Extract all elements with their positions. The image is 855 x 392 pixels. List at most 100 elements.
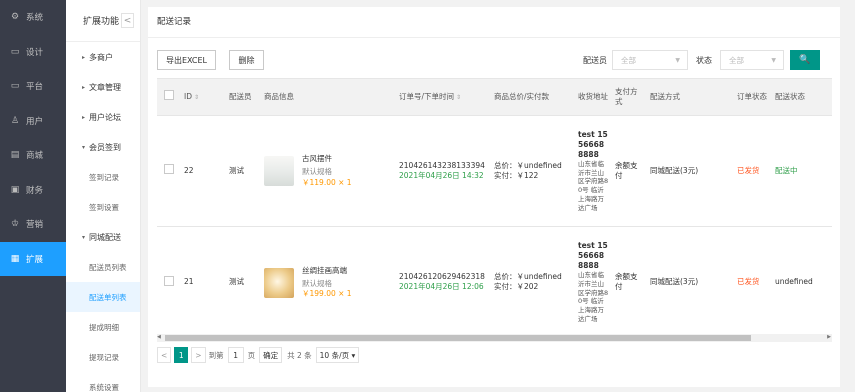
sort-icon[interactable]: ⇕ (456, 94, 461, 101)
nav-item-design[interactable]: ▭ 设计 (0, 35, 66, 70)
col-delivery: 配送方式 (647, 78, 734, 116)
gear-icon: ⚙ (10, 12, 20, 23)
grid-icon: ▦ (10, 253, 20, 264)
toolbar: 导出EXCEL 删除 配送员 全部 ▼ 状态 全部 ▼ 🔍 (148, 38, 840, 78)
delete-button[interactable]: 删除 (229, 50, 264, 70)
subnav-item-signin-records[interactable]: 签到记录 (66, 162, 140, 192)
search-button[interactable]: 🔍 (790, 50, 820, 70)
subnav-group-merchant[interactable]: ▸ 多商户 (66, 42, 140, 72)
scroll-left-icon[interactable]: ◀ (157, 334, 161, 340)
nav-item-platform[interactable]: ▭ 平台 (0, 69, 66, 104)
subnav-item-delivery-orders[interactable]: 配送单列表 (66, 282, 140, 312)
order-time: 2021年04月26日 14:32 (399, 171, 484, 180)
col-delivery-status: 配送状态 (772, 78, 832, 116)
nav-item-user[interactable]: ♙ 用户 (0, 104, 66, 139)
nav-label: 设计 (26, 47, 44, 58)
nav-label: 财务 (26, 185, 44, 196)
col-id[interactable]: ID ⇕ (181, 78, 226, 116)
goto-confirm-button[interactable]: 确定 (259, 347, 283, 363)
finance-icon: ▣ (10, 184, 20, 195)
triangle-right-icon: ▸ (82, 113, 86, 121)
receiver-address: 山东省临沂市兰山区学府路80号 临沂上海路万达广场 (578, 159, 609, 212)
nav-label: 商城 (26, 151, 44, 162)
col-order[interactable]: 订单号/下单时间 ⇕ (396, 78, 491, 116)
receiver-name-phone: test 15566688888 (578, 129, 608, 159)
current-page[interactable]: 1 (174, 347, 189, 363)
product-thumbnail (264, 267, 294, 298)
col-pay: 支付方式 (612, 78, 647, 116)
subnav-group-delivery[interactable]: ▾ 同城配送 (66, 222, 140, 252)
cell-courier: 测试 (226, 115, 261, 227)
pagination: < 1 > 到第 1 页 确定 共 2 条 10 条/页 ▾ (157, 346, 360, 364)
subnav-group-signin[interactable]: ▾ 会员签到 (66, 132, 140, 162)
chevron-down-icon: ▼ (675, 57, 680, 64)
nav-item-system[interactable]: ⚙ 系统 (0, 0, 66, 35)
next-page-button[interactable]: > (191, 347, 206, 363)
select-all-checkbox[interactable] (164, 90, 174, 101)
status-filter-label: 状态 (696, 56, 712, 65)
total-price: 总价：￥undefined (494, 160, 562, 170)
triangle-down-icon: ▾ (82, 233, 86, 241)
nav-item-extension[interactable]: ▦ 扩展 (0, 241, 66, 276)
col-total: 商品总价/实付款 (491, 78, 575, 116)
order-time: 2021年04月26日 12:06 (399, 282, 484, 292)
cell-order-status: 已发货 (734, 226, 772, 338)
cell-order-status: 已发货 (734, 115, 772, 227)
monitor-icon: ▭ (10, 46, 20, 57)
col-order-status: 订单状态 (734, 78, 772, 116)
nav-item-shop[interactable]: ▤ 商城 (0, 138, 66, 173)
row-checkbox[interactable] (164, 275, 174, 286)
search-icon: 🔍 (799, 55, 811, 65)
product-thumbnail (264, 156, 294, 187)
prev-page-button[interactable]: < (157, 347, 172, 363)
page-size-select[interactable]: 10 条/页 ▾ (315, 347, 360, 363)
scrollbar-thumb[interactable] (165, 335, 751, 341)
cell-goods: 丝绸挂画高端 默认规格 ￥199.00 × 1 (261, 226, 396, 338)
triangle-right-icon: ▸ (82, 53, 86, 61)
subnav-group-forum[interactable]: ▸ 用户论坛 (66, 102, 140, 132)
user-icon: ♙ (10, 115, 20, 126)
subnav-item-couriers[interactable]: 配送员列表 (66, 252, 140, 282)
cell-id: 22 (181, 115, 226, 227)
goto-page-input[interactable]: 1 (227, 347, 244, 363)
subnav-group-article[interactable]: ▸ 文章管理 (66, 72, 140, 102)
subnav-item-settings[interactable]: 系统设置 (66, 372, 140, 392)
subnav-item-commission[interactable]: 提成明细 (66, 312, 140, 342)
cell-delivery: 同城配送(3元) (647, 115, 734, 227)
nav-label: 用户 (26, 116, 44, 127)
shop-icon: ▤ (10, 150, 20, 161)
cell-pay: 余额支付 (612, 226, 647, 338)
page-unit-label: 页 (247, 350, 256, 360)
receiver-name-phone: test 15566688888 (578, 240, 608, 271)
horizontal-scrollbar[interactable]: ◀ ▶ (157, 334, 832, 342)
col-courier: 配送员 (226, 78, 261, 116)
courier-filter-label: 配送员 (583, 56, 607, 65)
sort-icon[interactable]: ⇕ (194, 94, 199, 101)
nav-item-finance[interactable]: ▣ 财务 (0, 173, 66, 208)
col-address: 收货地址 (575, 78, 612, 116)
courier-select[interactable]: 全部 ▼ (612, 50, 688, 70)
chevron-down-icon: ▼ (771, 57, 776, 64)
cell-order: 210426120629462318 2021年04月26日 12:06 (396, 226, 491, 338)
cell-total: 总价：￥undefined 实付：￥122 (491, 115, 575, 227)
main-sidebar: ⚙ 系统 ▭ 设计 ▭ 平台 ♙ 用户 ▤ 商城 ▣ 财务 ♔ 营销 ▦ 扩展 (0, 0, 66, 392)
total-count: 共 2 条 (287, 350, 312, 360)
col-goods: 商品信息 (261, 78, 396, 116)
cell-total: 总价：￥undefined 实付：￥202 (491, 226, 575, 338)
triangle-down-icon: ▾ (82, 143, 86, 151)
table-header-row: ID ⇕ 配送员 商品信息 订单号/下单时间 ⇕ 商品总价/实付款 收货地址 支付方… (157, 78, 832, 116)
export-excel-button[interactable]: 导出EXCEL (157, 50, 216, 70)
nav-label: 扩展 (26, 254, 44, 265)
nav-label: 营销 (26, 220, 44, 231)
subnav-item-withdrawals[interactable]: 提现记录 (66, 342, 140, 372)
subnav-item-signin-settings[interactable]: 签到设置 (66, 192, 140, 222)
subnav-title: 扩展功能 < (66, 0, 140, 42)
triangle-right-icon: ▸ (82, 83, 86, 91)
order-number: 210426120629462318 (399, 272, 485, 282)
status-select[interactable]: 全部 ▼ (720, 50, 784, 70)
scroll-right-icon[interactable]: ▶ (827, 334, 831, 340)
row-checkbox[interactable] (164, 164, 174, 175)
cell-delivery: 同城配送(3元) (647, 226, 734, 338)
collapse-icon[interactable]: < (121, 13, 134, 28)
nav-item-marketing[interactable]: ♔ 营销 (0, 207, 66, 242)
